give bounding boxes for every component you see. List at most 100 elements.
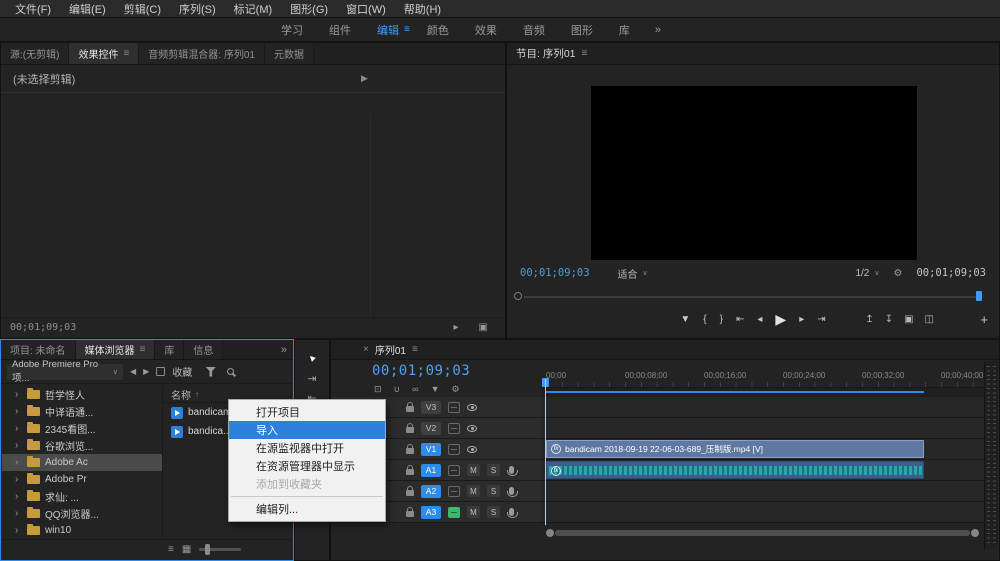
tree-item-4[interactable]: › Adobe Ac <box>2 454 162 471</box>
tab-audio-clip-mixer[interactable]: 音频剪辑混合器: 序列01 <box>139 43 265 64</box>
menu-sequence[interactable]: 序列(S) <box>170 1 225 17</box>
loop-icon[interactable]: ▣ <box>479 322 488 333</box>
thumbnail-size-slider[interactable] <box>199 548 241 551</box>
timeline-settings-icon[interactable]: ⚙ <box>451 384 459 395</box>
tree-item-7[interactable]: › QQ浏览器... <box>2 505 162 522</box>
lock-icon[interactable] <box>406 427 414 433</box>
source-dropdown[interactable]: Adobe Premiere Pro 项... ∨ <box>7 364 123 380</box>
zoom-handle-left[interactable] <box>546 529 554 537</box>
chevron-right-icon[interactable]: › <box>15 389 22 400</box>
workspace-tab-assembly[interactable]: 组件 <box>316 22 364 38</box>
go-to-in-button[interactable]: ⇤ <box>736 314 744 325</box>
fx-badge-icon[interactable]: fx <box>551 466 561 476</box>
chevron-right-icon[interactable]: › <box>15 457 22 468</box>
voiceover-record-mic-icon[interactable] <box>509 487 514 495</box>
tab-libraries[interactable]: 库 <box>155 340 184 359</box>
slider-knob[interactable] <box>205 544 210 555</box>
sync-lock-icon[interactable] <box>448 402 460 413</box>
timeline-current-timecode[interactable]: 00;01;09;03 <box>332 361 541 381</box>
track-v1[interactable]: fx bandicam 2018-09-19 22-06-03-689_压制版.… <box>541 439 985 460</box>
voiceover-record-mic-icon[interactable] <box>509 508 514 516</box>
video-clip[interactable]: fx bandicam 2018-09-19 22-06-03-689_压制版.… <box>546 440 924 458</box>
track-badge-v1[interactable]: V1 <box>421 443 441 456</box>
track-v2[interactable] <box>541 418 985 439</box>
context-menu-import[interactable]: 导入 <box>229 421 385 439</box>
panel-menu-icon[interactable]: ≡ <box>123 48 129 59</box>
audio-clip[interactable]: fx <box>546 461 924 479</box>
context-menu-open-in-source-monitor[interactable]: 在源监视器中打开 <box>229 439 385 457</box>
chevron-right-icon[interactable]: › <box>15 491 22 502</box>
list-view-icon[interactable]: ≡ <box>168 544 174 555</box>
program-scrubber[interactable] <box>514 290 992 302</box>
forward-button[interactable]: ▶ <box>143 367 149 376</box>
track-output-eye-icon[interactable] <box>467 425 477 432</box>
workspace-tab-audio[interactable]: 音频 <box>510 22 558 38</box>
workspace-tab-effects[interactable]: 效果 <box>462 22 510 38</box>
chevron-right-icon[interactable]: › <box>15 440 22 451</box>
timeline-horizontal-scrollbar[interactable] <box>546 529 979 537</box>
settings-wrench-icon[interactable]: ⚙ <box>893 268 902 279</box>
timeline-ruler[interactable]: 00;00 00;00;08;00 00;00;16;00 00;00;24;0… <box>541 361 985 388</box>
lock-icon[interactable] <box>406 469 414 475</box>
lock-icon[interactable] <box>406 490 414 496</box>
track-a3[interactable] <box>541 502 985 523</box>
sync-lock-icon[interactable] <box>448 444 460 455</box>
menu-graphics[interactable]: 图形(G) <box>281 1 337 17</box>
panel-menu-icon[interactable]: ≡ <box>140 344 146 355</box>
mute-button[interactable]: M <box>467 485 480 497</box>
chevron-right-icon[interactable]: › <box>15 508 22 519</box>
tab-effect-controls[interactable]: 效果控件 ≡ <box>69 43 139 64</box>
zoom-handle-right[interactable] <box>971 529 979 537</box>
timeline-tab-sequence01[interactable]: 序列01 <box>375 342 406 357</box>
work-area-bar[interactable] <box>541 388 985 397</box>
play-button[interactable]: ▶ <box>775 311 786 328</box>
track-a2[interactable] <box>541 481 985 502</box>
track-select-forward-tool[interactable]: ⇥ <box>307 373 316 385</box>
lock-icon[interactable] <box>406 406 414 412</box>
tree-item-1[interactable]: › 中译语通... <box>2 403 162 420</box>
extract-button[interactable]: ↧ <box>885 314 893 325</box>
add-marker-icon[interactable]: ▼ <box>431 384 440 394</box>
scrollbar-handle[interactable] <box>555 530 970 536</box>
nest-sequence-icon[interactable]: ⊡ <box>374 384 382 395</box>
scrubber-track[interactable] <box>524 296 982 298</box>
tab-info[interactable]: 信息 <box>184 340 223 359</box>
mark-in-button[interactable]: { <box>703 314 706 325</box>
sync-lock-icon[interactable] <box>448 465 460 476</box>
menu-help[interactable]: 帮助(H) <box>395 1 450 17</box>
mark-out-button[interactable]: } <box>720 314 723 325</box>
button-editor-button[interactable]: + <box>980 306 988 332</box>
solo-button[interactable]: S <box>487 506 500 518</box>
comparison-view-button[interactable]: ◫ <box>925 314 934 325</box>
tab-media-browser[interactable]: 媒体浏览器 ≡ <box>76 340 156 359</box>
scrubber-playhead[interactable] <box>976 291 982 301</box>
track-badge-v3[interactable]: V3 <box>421 401 441 414</box>
favorites-checkbox[interactable] <box>156 367 165 376</box>
scrubber-zoom-knob[interactable] <box>514 292 522 300</box>
menu-file[interactable]: 文件(F) <box>6 1 60 17</box>
tree-item-3[interactable]: › 谷歌浏览... <box>2 437 162 454</box>
menu-clip[interactable]: 剪辑(C) <box>115 1 170 17</box>
file-filter-icon[interactable] <box>205 367 216 377</box>
sync-lock-icon[interactable] <box>448 486 460 497</box>
track-v3[interactable] <box>541 397 985 418</box>
tree-item-8[interactable]: › win10 <box>2 522 162 539</box>
solo-button[interactable]: S <box>487 485 500 497</box>
playhead-line[interactable] <box>545 379 546 525</box>
playback-resolution-dropdown[interactable]: 1/2 ∨ <box>855 268 879 279</box>
sync-lock-icon[interactable] <box>448 423 460 434</box>
record-armed-icon[interactable] <box>448 507 460 518</box>
lock-icon[interactable] <box>406 448 414 454</box>
workspace-tab-color[interactable]: 颜色 <box>414 22 462 38</box>
thumbnail-view-icon[interactable]: ▦ <box>182 544 191 555</box>
voiceover-record-mic-icon[interactable] <box>509 466 514 474</box>
lift-button[interactable]: ↥ <box>865 314 873 325</box>
workspace-menu-icon[interactable]: ≡ <box>404 24 410 35</box>
track-output-eye-icon[interactable] <box>467 446 477 453</box>
workspace-tab-graphics[interactable]: 图形 <box>558 22 606 38</box>
workspace-tab-learning[interactable]: 学习 <box>268 22 316 38</box>
tree-item-2[interactable]: › 2345看图... <box>2 420 162 437</box>
tab-source-monitor[interactable]: 源:(无剪辑) <box>1 43 69 64</box>
context-menu-reveal-in-explorer[interactable]: 在资源管理器中显示 <box>229 457 385 475</box>
tree-item-5[interactable]: › Adobe Pr <box>2 471 162 488</box>
